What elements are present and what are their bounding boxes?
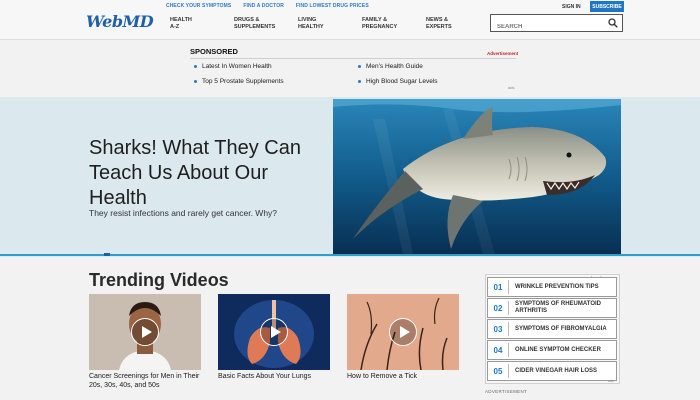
advertisement-label: Advertisement [487, 51, 519, 56]
sponsored-links: Latest In Women Health Men's Health Guid… [194, 63, 518, 85]
utility-links: CHECK YOUR SYMPTOMS FIND A DOCTOR FIND L… [166, 3, 369, 9]
carousel-indicator[interactable] [104, 253, 110, 256]
video-thumbnail-skin[interactable] [347, 294, 459, 370]
sponsored-title: SPONSORED [190, 47, 238, 56]
video-thumbnail-lungs[interactable] [218, 294, 330, 370]
nav-news-experts[interactable]: NEWS & EXPERTS [426, 17, 490, 31]
nav-health-az[interactable]: HEALTH A-Z [170, 17, 234, 31]
nav-family-pregnancy[interactable]: FAMILY & PREGNANCY [362, 17, 426, 31]
advertisement-footer: ADVERTISEMENT [485, 389, 528, 394]
video-caption[interactable]: How to Remove a Tick [347, 372, 457, 381]
adchoices-icon[interactable]: ads [508, 85, 514, 90]
play-icon[interactable] [131, 318, 159, 346]
nav-drugs-supplements[interactable]: DRUGS & SUPPLEMENTS [234, 17, 298, 31]
sponsored-link[interactable]: Men's Health Guide [358, 63, 518, 70]
search-input[interactable] [491, 19, 601, 35]
video-caption[interactable]: Basic Facts About Your Lungs [218, 372, 338, 381]
check-symptoms-link[interactable]: CHECK YOUR SYMPTOMS [166, 3, 231, 9]
drug-prices-link[interactable]: FIND LOWEST DRUG PRICES [296, 3, 369, 9]
search-box [490, 14, 623, 35]
play-icon[interactable] [389, 318, 417, 346]
sponsored-link[interactable]: Latest In Women Health [194, 63, 358, 70]
shark-image[interactable] [333, 99, 621, 254]
trending-videos-heading: Trending Videos [89, 270, 229, 290]
main-nav: HEALTH A-Z DRUGS & SUPPLEMENTS LIVING HEALT… [170, 17, 490, 31]
sidebar-item-wrinkle[interactable]: 01 WRINKLE PREVENTION TIPS [487, 277, 617, 297]
sponsored-link[interactable]: Top 5 Prostate Supplements [194, 78, 358, 85]
sidebar-item-hair-loss[interactable]: 05 CIDER VINEGAR HAIR LOSS [487, 361, 617, 381]
video-caption[interactable]: Cancer Screenings for Men in Their 20s, … [89, 372, 209, 390]
divider [190, 58, 516, 59]
sidebar-item-symptom-checker[interactable]: 04 ONLINE SYMPTOM CHECKER [487, 340, 617, 360]
search-icon[interactable] [608, 18, 618, 28]
adchoices-icon[interactable]: ads [608, 379, 614, 383]
hero-title[interactable]: Sharks! What They Can Teach Us About Our… [89, 136, 319, 211]
sidebar-item-fibromyalgia[interactable]: 03 SYMPTOMS OF FIBROMYALGIA [487, 319, 617, 339]
webmd-logo[interactable]: WebMD [86, 12, 154, 31]
sponsored-link[interactable]: High Blood Sugar Levels [358, 78, 518, 85]
site-header: WebMD CHECK YOUR SYMPTOMS FIND A DOCTOR … [0, 0, 700, 40]
sponsored-section: SPONSORED Advertisement Latest In Women … [190, 47, 520, 85]
find-doctor-link[interactable]: FIND A DOCTOR [243, 3, 284, 9]
video-thumbnail-man[interactable] [89, 294, 201, 370]
signin-link[interactable]: SIGN IN [562, 4, 581, 10]
page: WebMD CHECK YOUR SYMPTOMS FIND A DOCTOR … [0, 0, 700, 400]
play-icon[interactable] [260, 318, 288, 346]
hero-subtitle: They resist infections and rarely get ca… [89, 208, 278, 218]
nav-living-healthy[interactable]: LIVING HEALTHY [298, 17, 362, 31]
sidebar-item-arthritis[interactable]: 02 SYMPTOMS OF RHEUMATOID ARTHRITIS [487, 298, 617, 318]
subscribe-button[interactable]: SUBSCRIBE [590, 1, 624, 12]
